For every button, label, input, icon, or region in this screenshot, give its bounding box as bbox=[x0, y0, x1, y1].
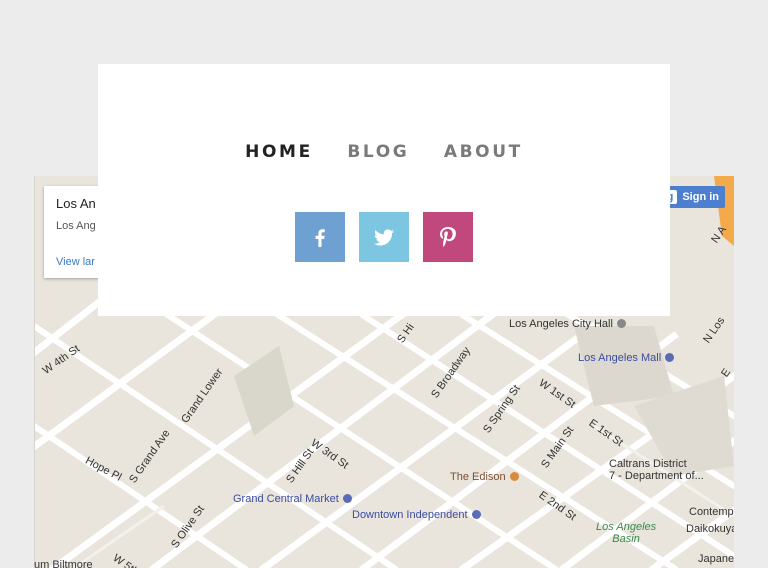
place-city-hall-label: Los Angeles City Hall bbox=[509, 318, 613, 330]
info-card-title: Los An bbox=[56, 196, 96, 211]
facebook-button[interactable] bbox=[295, 212, 345, 262]
place-la-basin-label: Los Angeles bbox=[596, 521, 657, 533]
nav-blog[interactable]: BLOG bbox=[347, 142, 409, 162]
film-icon bbox=[471, 510, 481, 519]
twitter-icon bbox=[374, 229, 394, 246]
place-biltmore[interactable]: um Biltmore bbox=[34, 559, 93, 568]
place-city-hall[interactable]: Los Angeles City Hall bbox=[509, 318, 626, 330]
place-the-edison[interactable]: The Edison bbox=[450, 471, 519, 483]
social-links bbox=[98, 212, 670, 262]
pinterest-icon bbox=[440, 227, 456, 247]
place-la-basin[interactable]: Los Angeles Basin bbox=[596, 521, 656, 545]
place-downtown-independent-label: Downtown Independent bbox=[352, 509, 468, 521]
place-caltrans[interactable]: Caltrans District 7 - Department of... bbox=[609, 458, 704, 482]
main-nav: HOME BLOG ABOUT bbox=[98, 142, 670, 162]
facebook-icon bbox=[315, 229, 325, 247]
place-la-mall[interactable]: Los Angeles Mall bbox=[578, 352, 675, 364]
nav-home[interactable]: HOME bbox=[245, 142, 313, 162]
place-daikokuya[interactable]: Daikokuya bbox=[686, 523, 734, 535]
place-the-edison-label: The Edison bbox=[450, 471, 506, 483]
place-grand-central[interactable]: Grand Central Market bbox=[233, 493, 352, 505]
place-contemp[interactable]: Contemp bbox=[689, 506, 734, 518]
place-japanese[interactable]: Japanes bbox=[698, 553, 734, 565]
nav-about[interactable]: ABOUT bbox=[444, 142, 523, 162]
pinterest-button[interactable] bbox=[423, 212, 473, 262]
place-grand-central-label: Grand Central Market bbox=[233, 493, 339, 505]
shopping-icon bbox=[665, 353, 675, 362]
place-caltrans-label-2: 7 - Department of... bbox=[609, 470, 704, 482]
twitter-button[interactable] bbox=[359, 212, 409, 262]
place-la-basin-label-2: Basin bbox=[612, 533, 640, 545]
header-card: HOME BLOG ABOUT bbox=[98, 64, 670, 316]
place-la-mall-label: Los Angeles Mall bbox=[578, 352, 662, 364]
signin-label: Sign in bbox=[682, 191, 719, 203]
bar-icon bbox=[509, 472, 519, 481]
place-downtown-independent[interactable]: Downtown Independent bbox=[352, 509, 481, 521]
place-caltrans-label: Caltrans District bbox=[609, 458, 687, 470]
info-card-address: Los Ang bbox=[56, 220, 96, 232]
landmark-icon bbox=[616, 319, 626, 328]
view-larger-map-link[interactable]: View lar bbox=[56, 256, 95, 268]
cart-icon bbox=[342, 494, 352, 503]
